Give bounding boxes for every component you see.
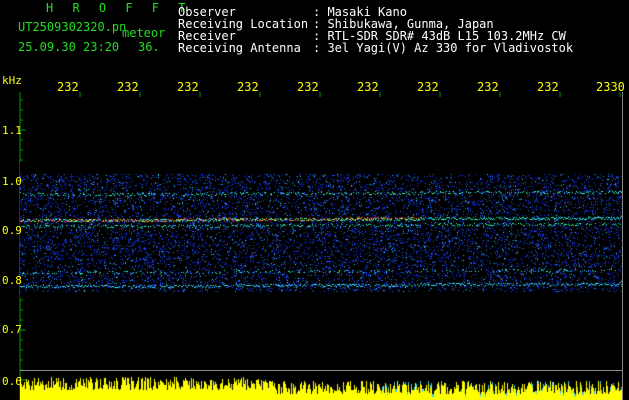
frequency-tick-label: 1.1 bbox=[2, 124, 22, 137]
time-tick-label: 232 bbox=[177, 80, 199, 94]
frequency-tick-label: 1.0 bbox=[2, 175, 22, 188]
spectrogram-image bbox=[20, 162, 622, 298]
plot-right-edge bbox=[622, 92, 623, 400]
time-tick-label: 232 bbox=[477, 80, 499, 94]
time-tick-label: 232 bbox=[357, 80, 379, 94]
time-tick-label: 2330 bbox=[596, 80, 625, 94]
time-tick-label: 232 bbox=[57, 80, 79, 94]
time-tick-label: 232 bbox=[297, 80, 319, 94]
frequency-tick-label: 0.7 bbox=[2, 323, 22, 336]
time-tick-label: 232 bbox=[417, 80, 439, 94]
frequency-tick-label: 0.6 bbox=[2, 375, 22, 388]
time-tick-label: 232 bbox=[117, 80, 139, 94]
frequency-tick-label: 0.9 bbox=[2, 224, 22, 237]
frequency-tick-label: 0.8 bbox=[2, 274, 22, 287]
time-tick-label: 232 bbox=[237, 80, 259, 94]
level-baseline bbox=[20, 370, 622, 371]
signal-level-bar bbox=[20, 370, 622, 400]
time-tick-label: 232 bbox=[537, 80, 559, 94]
